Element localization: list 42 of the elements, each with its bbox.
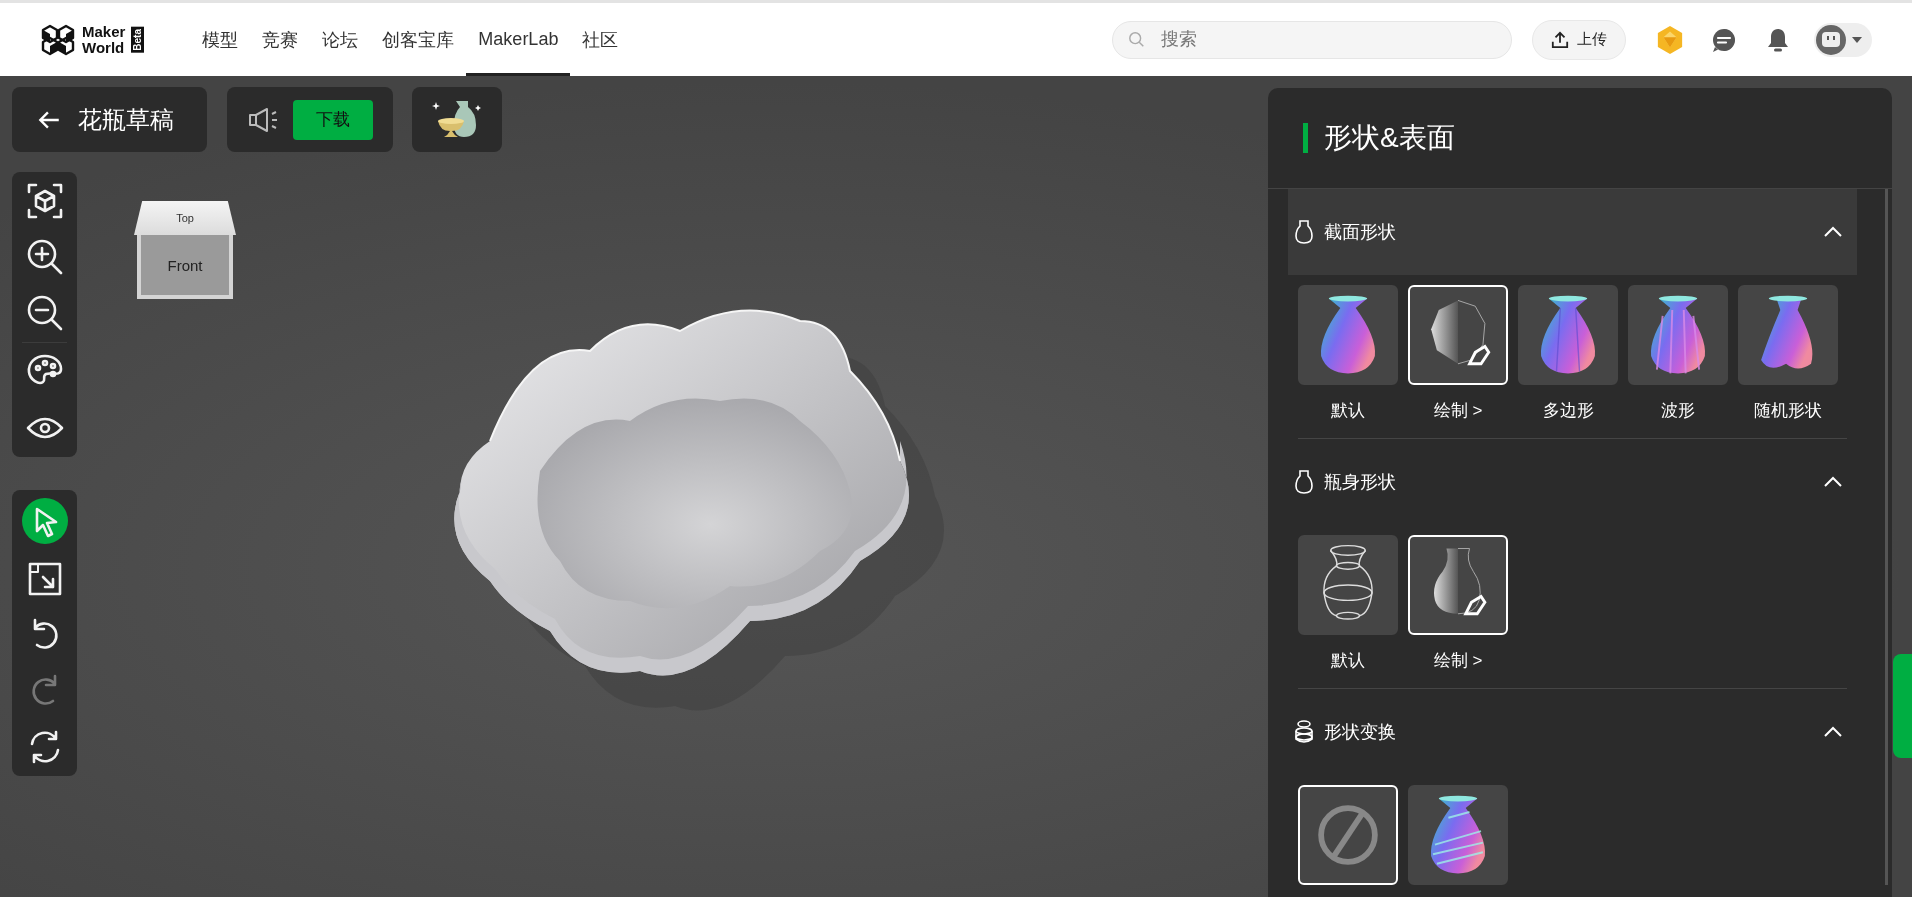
chevron-up-icon[interactable] (1823, 226, 1843, 238)
search-field[interactable]: 搜索 (1112, 20, 1512, 59)
accent-bar (1303, 123, 1308, 153)
nav-link[interactable]: 模型 (190, 3, 251, 76)
search-icon (1128, 30, 1146, 49)
account-menu[interactable] (1814, 22, 1872, 57)
vase-outline-icon (1294, 469, 1314, 495)
option-label: 多边形 (1542, 400, 1594, 422)
section-title: 瓶身形状 (1324, 471, 1397, 494)
beta-badge: Beta (131, 26, 145, 53)
option-label: 默认 (1331, 400, 1365, 422)
project-title: 花瓶草稿 (78, 104, 174, 135)
vase-outline-icon (1294, 219, 1314, 245)
option-label: 波形 (1661, 400, 1695, 422)
section-header[interactable]: 截面形状 (1288, 189, 1857, 275)
cube-face-label: Top (176, 212, 194, 224)
section-header[interactable]: 瓶身形状 (1288, 439, 1857, 525)
nav-link[interactable]: 社区 (570, 3, 631, 76)
option-label: 随机形状 (1754, 400, 1822, 422)
chevron-up-icon[interactable] (1823, 726, 1843, 738)
section-title: 截面形状 (1324, 221, 1397, 244)
avatar-icon (1816, 24, 1846, 55)
stacked-vase-icon (1294, 719, 1314, 745)
section-title: 形状变换 (1324, 721, 1397, 744)
chevron-up-icon[interactable] (1823, 476, 1843, 488)
panel-title: 形状&表面 (1324, 121, 1455, 155)
cube-face-label: Front (167, 256, 203, 274)
section-header[interactable]: 形状变换 (1288, 689, 1857, 775)
upload-icon (1551, 30, 1569, 49)
download-button[interactable]: 下载 (293, 99, 373, 140)
pointer-tool[interactable] (21, 498, 68, 544)
logo-text: Maker (82, 23, 126, 40)
option-label: 绘制 > (1433, 650, 1483, 672)
logo-text: World (82, 39, 126, 56)
vase-gallery-button[interactable] (412, 87, 502, 152)
nav-link[interactable]: 创客宝库 (370, 3, 467, 76)
nav-link[interactable]: 竞赛 (250, 3, 311, 76)
nav-link[interactable]: 论坛 (310, 3, 371, 76)
option-label: 默认 (1331, 650, 1365, 672)
upload-button[interactable]: 上传 (1532, 19, 1626, 60)
caret-icon (1852, 36, 1862, 43)
option-label: 绘制 > (1433, 400, 1483, 422)
